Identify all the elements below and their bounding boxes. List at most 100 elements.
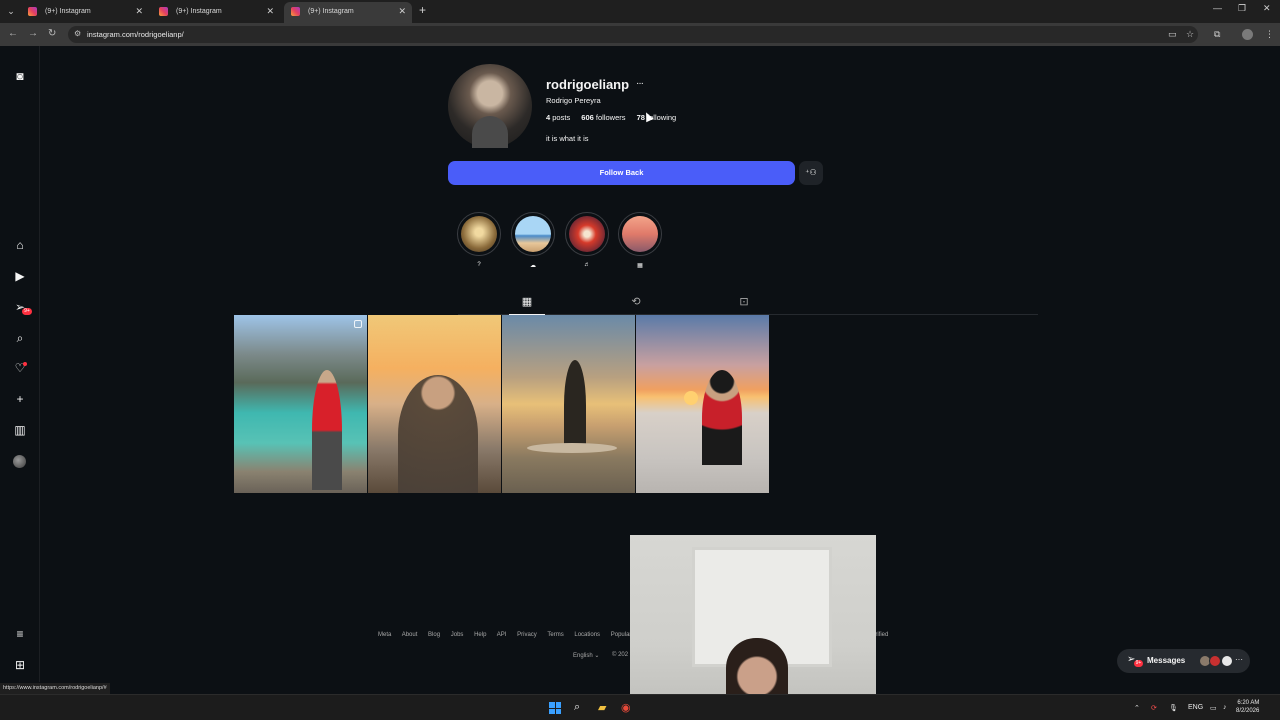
window-close-icon[interactable]: ✕ (1263, 3, 1271, 14)
tab-close-icon[interactable]: ✕ (398, 2, 406, 21)
instagram-logo-icon[interactable]: ◙ (13, 69, 27, 83)
footer-link-jobs[interactable]: Jobs (451, 632, 464, 638)
instagram-favicon-icon (28, 7, 37, 16)
highlight-label-1: ? (477, 262, 481, 268)
footer-link-blog[interactable]: Blog (428, 632, 440, 638)
footer-link-privacy[interactable]: Privacy (517, 632, 537, 638)
followers-link[interactable]: 606 followers (581, 113, 625, 122)
tagged-tab-icon[interactable]: ⊡ (726, 295, 762, 315)
footer-link-about[interactable]: About (402, 632, 418, 638)
footer-link-locations[interactable]: Locations (574, 632, 600, 638)
highlight-3[interactable] (565, 212, 609, 256)
chrome-icon[interactable]: ◉ (621, 701, 631, 714)
post-4[interactable] (636, 315, 769, 493)
also-from-meta-icon[interactable]: ⊞ (13, 658, 27, 672)
follow-back-button[interactable]: Follow Back (448, 161, 795, 185)
instagram-favicon-icon (291, 7, 300, 16)
browser-tab-2[interactable]: (9+) Instagram ✕ (152, 2, 280, 23)
tab-title: (9+) Instagram (45, 8, 91, 15)
reload-icon[interactable]: ↻ (48, 28, 56, 39)
suggested-accounts-icon[interactable]: ⁺⚇ (799, 161, 823, 185)
bookmark-star-icon[interactable]: ☆ (1186, 29, 1194, 40)
windows-taskbar: ⌕ ▰ ◉ ⌃ ⟳ 🎙 ENG ▭ ♪ 6:20 AM 8/2/2026 (0, 694, 1280, 720)
profile-username: rodrigoelianp (546, 77, 630, 92)
messages-pill-badge: 9+ (1134, 660, 1143, 667)
footer-link-api[interactable]: API (497, 632, 507, 638)
reels-icon[interactable]: ▶ (13, 269, 27, 283)
site-info-icon[interactable]: ⚙ (74, 29, 81, 38)
footer-link-help[interactable]: Help (474, 632, 486, 638)
highlight-label-4: ▦ (637, 263, 643, 269)
copyright: © 202 (612, 652, 629, 658)
instagram-favicon-icon (159, 7, 168, 16)
more-menu-icon[interactable]: ≡ (13, 627, 27, 641)
tray-overflow-icon[interactable]: ⌃ (1134, 704, 1140, 712)
highlight-label-3: ♬ (584, 262, 590, 268)
clock-date: 8/2/2026 (1236, 708, 1260, 714)
language-select[interactable]: English ⌄ (573, 652, 599, 659)
address-bar[interactable]: ⚙ instagram.com/rodrigoelianp/ (68, 26, 1198, 43)
highlight-4[interactable] (618, 212, 662, 256)
clock-time: 6:20 AM (1237, 700, 1260, 706)
taskbar-search-icon[interactable]: ⌕ (574, 701, 580, 714)
browser-toolbar: ← → ↻ ⚙ instagram.com/rodrigoelianp/ ▭ ☆… (0, 23, 1280, 46)
back-icon[interactable]: ← (8, 28, 18, 39)
browser-profile-avatar[interactable] (1242, 29, 1253, 40)
profile-full-name: Rodrigo Pereyra (546, 96, 601, 105)
language-indicator[interactable]: ENG (1188, 704, 1203, 711)
create-plus-icon[interactable]: + (13, 392, 27, 406)
more-options-icon[interactable]: ··· (636, 78, 644, 89)
messages-pill[interactable]: ➢ 9+ Messages ··· (1117, 649, 1250, 673)
browser-tab-1[interactable]: (9+) Instagram ✕ (21, 2, 149, 23)
tab-close-icon[interactable]: ✕ (266, 2, 274, 21)
post-3[interactable] (502, 315, 635, 493)
address-url[interactable]: instagram.com/rodrigoelianp/ (87, 30, 184, 39)
restore-icon[interactable]: ❐ (1238, 3, 1246, 14)
volume-icon[interactable]: ♪ (1223, 704, 1227, 711)
highlight-2[interactable] (511, 212, 555, 256)
file-explorer-icon[interactable]: ▰ (598, 701, 606, 714)
posts-stat: 4 posts (546, 113, 571, 122)
reposts-tab-icon[interactable]: ⟲ (618, 295, 654, 315)
post-2[interactable] (368, 315, 501, 493)
tab-search-icon[interactable]: ⌄ (4, 4, 18, 18)
footer-link-meta[interactable]: Meta (378, 632, 391, 638)
profile-picture[interactable] (448, 64, 532, 148)
messages-badge: 9+ (22, 308, 32, 315)
taskbar-clock[interactable]: 6:20 AM 8/2/2026 (1236, 699, 1259, 715)
messages-more-icon[interactable]: ··· (1235, 655, 1243, 664)
network-icon[interactable]: ▭ (1210, 704, 1217, 712)
dashboard-icon[interactable]: ▥ (13, 423, 27, 437)
tab-close-icon[interactable]: ✕ (135, 2, 143, 21)
highlight-1[interactable] (457, 212, 501, 256)
pinned-post-icon (354, 320, 362, 328)
tab-title: (9+) Instagram (176, 8, 222, 15)
webcam-overlay (630, 535, 876, 720)
footer-link-popular[interactable]: Popular (611, 632, 632, 638)
posts-grid-tab-icon[interactable]: ▦ (509, 295, 545, 315)
microphone-icon[interactable]: 🎙 (1169, 704, 1178, 712)
message-avatar-3 (1221, 655, 1233, 667)
extensions-icon[interactable]: ⧉ (1214, 29, 1220, 40)
messages-label: Messages (1147, 656, 1186, 665)
search-icon[interactable]: ⌕ (13, 331, 27, 345)
browser-menu-icon[interactable]: ⋮ (1265, 29, 1274, 40)
tray-app-icon[interactable]: ⟳ (1151, 704, 1157, 712)
browser-tab-3[interactable]: (9+) Instagram ✕ (284, 2, 412, 23)
highlight-label-2: ☁ (530, 263, 536, 269)
browser-tab-bar: ⌄ (9+) Instagram ✕ (9+) Instagram ✕ (9+)… (0, 0, 1280, 23)
home-icon[interactable]: ⌂ (13, 238, 27, 252)
forward-icon[interactable]: → (28, 28, 38, 39)
minimize-icon[interactable]: — (1213, 3, 1222, 13)
profile-stats: 4 posts 606 followers 78 following (546, 113, 685, 122)
profile-avatar[interactable] (13, 455, 26, 468)
cast-icon[interactable]: ▭ (1168, 29, 1177, 40)
profile-bio: it is what it is (546, 134, 589, 143)
windows-start-icon[interactable] (549, 702, 561, 714)
status-bar-url: https://www.instagram.com/rodrigoelianp/… (0, 683, 110, 694)
footer-links: Meta About Blog Jobs Help API Privacy Te… (378, 632, 640, 638)
footer-link-terms[interactable]: Terms (547, 632, 563, 638)
post-1[interactable] (234, 315, 367, 493)
instagram-sidebar: ◙ ⌂ ▶ ➢ 9+ ⌕ ♡ + ▥ ≡ ⊞ (0, 46, 40, 682)
new-tab-icon[interactable]: + (419, 3, 426, 17)
